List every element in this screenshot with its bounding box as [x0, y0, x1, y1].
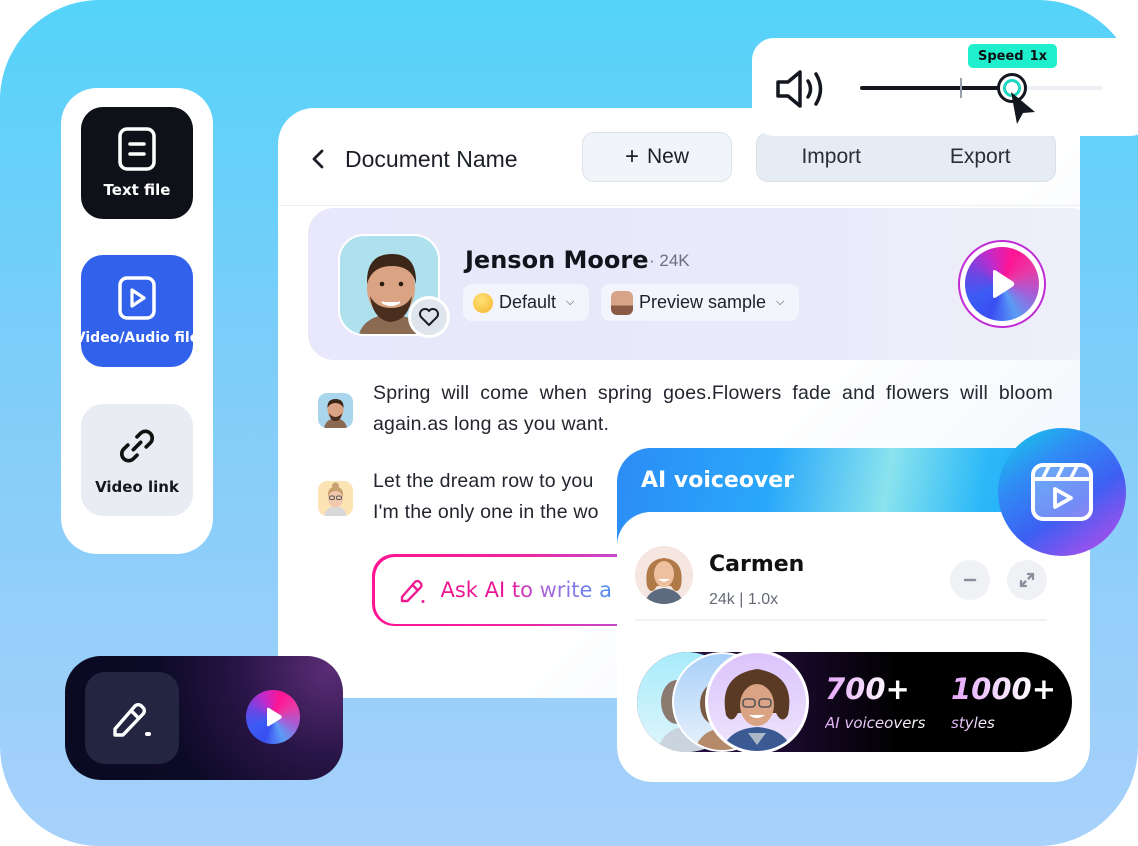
ask-ai-label: Ask AI to write a: [440, 578, 612, 602]
text-file-icon: [115, 127, 159, 171]
play-icon: [993, 270, 1015, 298]
edit-button[interactable]: [85, 672, 179, 764]
source-panel: Text file Video/Audio file Video link: [61, 88, 213, 554]
chevron-down-icon: ⌵: [566, 296, 575, 308]
speaker-thumbnail-icon: [611, 290, 633, 315]
paragraph-speaker-avatar[interactable]: [318, 481, 353, 516]
divider: [635, 619, 1047, 621]
new-button-label: New: [647, 145, 690, 168]
speed-slider-fill: [860, 86, 1013, 90]
play-voice-button[interactable]: [958, 240, 1046, 328]
text-file-label: Text file: [103, 181, 171, 199]
pencil-icon: [113, 703, 151, 737]
voice-avatar-thumbnail: [705, 650, 809, 754]
speed-control-popup: Speed 1x: [752, 38, 1138, 136]
plus-icon: +: [624, 143, 639, 170]
style-dropdown-label: Default: [499, 292, 557, 312]
link-icon: [115, 424, 159, 468]
new-button[interactable]: + New: [582, 132, 732, 182]
preview-sample-label: Preview sample: [639, 292, 767, 312]
back-button[interactable]: [308, 146, 328, 172]
speed-badge-label: Speed: [978, 48, 1024, 64]
video-audio-file-label: Video/Audio file: [81, 330, 193, 346]
paragraph-text[interactable]: Spring will come when spring goes.Flower…: [373, 378, 1053, 440]
video-file-icon: [115, 276, 159, 320]
pencil-icon: [400, 579, 424, 603]
document-title: Document Name: [345, 146, 518, 172]
video-link-label: Video link: [95, 478, 179, 496]
expand-icon: [1019, 572, 1035, 588]
speed-slider[interactable]: [860, 73, 1102, 103]
speed-slider-default-tick: [960, 78, 962, 98]
play-button[interactable]: [246, 690, 300, 744]
voice-stats-banner: 700+ AI voiceovers 1000+ styles: [637, 650, 1072, 754]
video-audio-file-button[interactable]: Video/Audio file: [81, 255, 193, 367]
preview-sample-dropdown[interactable]: Preview sample ⌵: [601, 284, 799, 321]
minus-icon: [963, 578, 977, 582]
speaker-name: Carmen: [709, 552, 805, 577]
speed-badge-value: 1x: [1029, 48, 1048, 64]
video-clapper-badge: [998, 428, 1126, 556]
minimize-button[interactable]: [950, 560, 990, 600]
import-export-group: Import Export: [756, 132, 1056, 182]
chevron-down-icon: ⌵: [776, 296, 785, 308]
mouse-cursor-icon: [1011, 92, 1035, 124]
clapperboard-play-icon: [1031, 463, 1093, 521]
ai-voiceover-title: AI voiceover: [641, 468, 795, 493]
grinning-emoji-icon: [473, 292, 493, 313]
play-icon: [267, 707, 282, 727]
expand-button[interactable]: [1007, 560, 1047, 600]
style-dropdown[interactable]: Default ⌵: [463, 284, 589, 321]
styles-count: 1000+: [951, 672, 1057, 706]
quick-actions-bar: [65, 656, 343, 780]
voiceovers-count: 700+: [825, 672, 910, 706]
paragraph-speaker-avatar[interactable]: [318, 393, 353, 428]
speed-badge: Speed 1x: [968, 44, 1058, 68]
voiceovers-label: AI voiceovers: [825, 714, 926, 732]
voice-card: Jenson Moore · 24K Default ⌵ Preview sam…: [308, 208, 1080, 360]
voice-name: Jenson Moore: [465, 246, 649, 274]
favorite-button[interactable]: [408, 296, 450, 338]
import-button[interactable]: Import: [783, 145, 879, 169]
heart-icon: [419, 308, 439, 326]
volume-icon[interactable]: [774, 68, 830, 110]
speaker-avatar[interactable]: [635, 546, 693, 604]
voice-usage-count: · 24K: [649, 251, 690, 270]
speaker-meta: 24k | 1.0x: [709, 591, 779, 608]
styles-label: styles: [951, 714, 995, 732]
video-link-button[interactable]: Video link: [81, 404, 193, 516]
export-button[interactable]: Export: [932, 145, 1029, 169]
chevron-left-icon: [312, 149, 324, 169]
text-file-button[interactable]: Text file: [81, 107, 193, 219]
ai-voiceover-body: Carmen 24k | 1.0x 700+ AI voiceovers 100…: [617, 512, 1090, 782]
